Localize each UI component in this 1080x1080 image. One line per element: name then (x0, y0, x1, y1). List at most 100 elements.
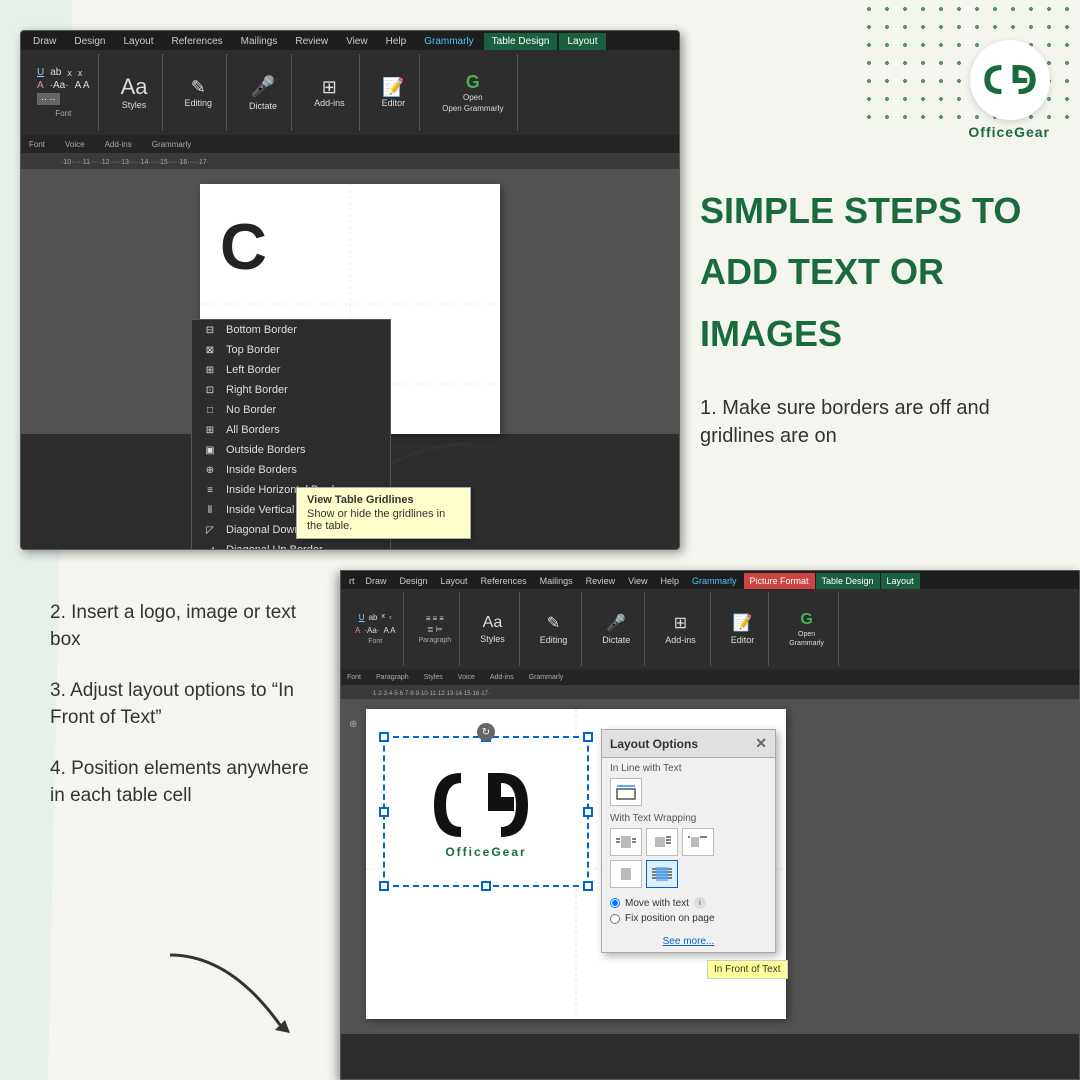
styles-btn[interactable]: Aa Styles (115, 73, 154, 113)
menu-outside-borders[interactable]: ▣Outside Borders (192, 440, 390, 460)
menu-no-border[interactable]: □No Border (192, 400, 390, 420)
svg-text:·10·····11·····12·····13·····1: ·10·····11·····12·····13·····14·····15··… (61, 159, 209, 166)
editor-btn-b[interactable]: 📝 Editor (725, 610, 761, 648)
wrap-opt4[interactable] (610, 860, 642, 888)
radio-fix-position[interactable]: Fix position on page (610, 911, 767, 926)
see-more-link[interactable]: See more... (602, 931, 775, 952)
styles-icon: Aa (121, 76, 148, 98)
doc-page-bottom: OfficeGear ↻ Layout Options ✕ (366, 709, 786, 1019)
inline-option-btn[interactable] (610, 778, 642, 806)
tab-draw[interactable]: Draw (25, 33, 64, 50)
mic-icon-b: 🎤 (606, 613, 626, 633)
editor-icon: 📝 (382, 78, 404, 96)
radio-move-with-text[interactable]: Move with text i (610, 895, 767, 911)
font-controls: U ab x x A ·Aa· A A ·· ·· (37, 67, 90, 105)
tab-b-draw[interactable]: Draw (360, 573, 393, 589)
dictate-btn-b[interactable]: 🎤 Dictate (596, 610, 636, 648)
wrap-opt1[interactable] (610, 828, 642, 856)
tab-references[interactable]: References (164, 33, 231, 50)
font-label-b2: Font (347, 674, 361, 681)
para-label-b: Paragraph (418, 637, 451, 644)
close-icon[interactable]: ✕ (755, 735, 767, 752)
handle-bl[interactable] (379, 881, 389, 891)
tab-b-review[interactable]: Review (580, 573, 622, 589)
wrap-opt5-infront[interactable] (646, 860, 678, 888)
handle-bm[interactable] (481, 881, 491, 891)
tab-b-design[interactable]: Design (394, 573, 434, 589)
tab-b-mailings[interactable]: Mailings (534, 573, 579, 589)
wrap-opt3[interactable] (682, 828, 714, 856)
menu-top-border[interactable]: ⊠Top Border (192, 340, 390, 360)
tab-b-table-design[interactable]: Table Design (816, 573, 880, 589)
menu-diag-up[interactable]: ◿Diagonal Up Border (192, 540, 390, 550)
editing-group: ✎ Editing (171, 54, 228, 131)
tab-grammarly[interactable]: Grammarly (416, 33, 481, 50)
tab-table-design[interactable]: Table Design (484, 33, 558, 50)
editing-btn[interactable]: ✎ Editing (179, 75, 219, 111)
border-icon-outside: ▣ (202, 445, 218, 456)
editor-btn[interactable]: 📝 Editor (376, 75, 412, 111)
tab-b-layout[interactable]: Layout (435, 573, 474, 589)
info-icon[interactable]: i (694, 897, 706, 909)
tab-b-grammarly[interactable]: Grammarly (686, 573, 743, 589)
align-r: ≡ (439, 614, 444, 623)
grammarly-group-b: G Open Grammarly (775, 592, 839, 666)
editing-icon: ✎ (191, 78, 206, 96)
layout-options-panel: Layout Options ✕ In Line with Text (601, 729, 776, 953)
tab-design[interactable]: Design (66, 33, 113, 50)
tab-b-layout2[interactable]: Layout (881, 573, 920, 589)
tab-b-view[interactable]: View (622, 573, 653, 589)
radio-move-input[interactable] (610, 898, 620, 908)
tab-b-picture-format[interactable]: Picture Format (744, 573, 815, 589)
menu-inside-borders[interactable]: ⊕Inside Borders (192, 460, 390, 480)
font-row2: A ·Aa· A A (37, 80, 90, 91)
handle-mr[interactable] (583, 807, 593, 817)
dictate-btn[interactable]: 🎤 Dictate (243, 71, 283, 114)
border-icon-bottom: ⊟ (202, 325, 218, 336)
tab-layout2[interactable]: Layout (559, 33, 605, 50)
font-label: Font (55, 109, 71, 118)
tab-mailings[interactable]: Mailings (233, 33, 286, 50)
screenshot-top: Draw Design Layout References Mailings R… (0, 0, 680, 570)
handle-br[interactable] (583, 881, 593, 891)
layout-panel-header: Layout Options ✕ (602, 730, 775, 758)
svg-text:·1·2·3·4·5·6·7·8·9·10·11·12·13: ·1·2·3·4·5·6·7·8·9·10·11·12·13·14·15·16·… (371, 691, 490, 697)
tab-view[interactable]: View (338, 33, 376, 50)
step2-text: 2. Insert a logo, image or text box (50, 600, 320, 653)
handle-ml[interactable] (379, 807, 389, 817)
aa-size-b: A A (383, 626, 395, 635)
radio-fix-input[interactable] (610, 914, 620, 924)
styles-group-b: Aa Styles (466, 592, 520, 666)
addins-btn[interactable]: ⊞ Add-ins (308, 75, 351, 111)
ribbon-content-bottom: U ab x ₂ A ·Aa· A A Font (341, 589, 1079, 669)
handle-tl[interactable] (379, 732, 389, 742)
grammarly-btn[interactable]: G Open Open Grammarly (436, 70, 509, 116)
handle-tr[interactable] (583, 732, 593, 742)
step1-text: 1. Make sure borders are off and gridlin… (700, 394, 1050, 450)
styles-btn-b[interactable]: Aa Styles (474, 611, 511, 647)
border-icon-left: ⊞ (202, 365, 218, 376)
doc-area-bottom: ⊕ (341, 699, 1079, 1034)
menu-all-borders[interactable]: ⊞All Borders (192, 420, 390, 440)
addins-label-b2: Add-ins (490, 674, 514, 681)
tab-help[interactable]: Help (378, 33, 415, 50)
menu-left-border[interactable]: ⊞Left Border (192, 360, 390, 380)
border-icon-inside-h: ≡ (202, 485, 218, 496)
editing-btn-b[interactable]: ✎ Editing (534, 610, 574, 648)
grammarly-btn-b[interactable]: G Open Grammarly (783, 608, 830, 650)
highlight-icon: A (37, 80, 44, 91)
menu-bottom-border[interactable]: ⊟Bottom Border (192, 320, 390, 340)
logo-circle (970, 40, 1050, 120)
addins-btn-b[interactable]: ⊞ Add-ins (659, 610, 702, 648)
tab-b-references[interactable]: References (475, 573, 533, 589)
menu-right-border[interactable]: ⊡Right Border (192, 380, 390, 400)
ruler-top: ·10·····11·····12·····13·····14·····15··… (21, 153, 679, 169)
layout-radio-group: Move with text i Fix position on page (602, 890, 775, 931)
wrap-opt2[interactable] (646, 828, 678, 856)
addins-icon: ⊞ (322, 78, 337, 96)
tab-b-help[interactable]: Help (654, 573, 685, 589)
layout-icon[interactable]: ↻ (477, 723, 495, 741)
tab-layout[interactable]: Layout (115, 33, 161, 50)
tab-review[interactable]: Review (287, 33, 336, 50)
tab-b-rt[interactable]: rt (345, 573, 359, 589)
